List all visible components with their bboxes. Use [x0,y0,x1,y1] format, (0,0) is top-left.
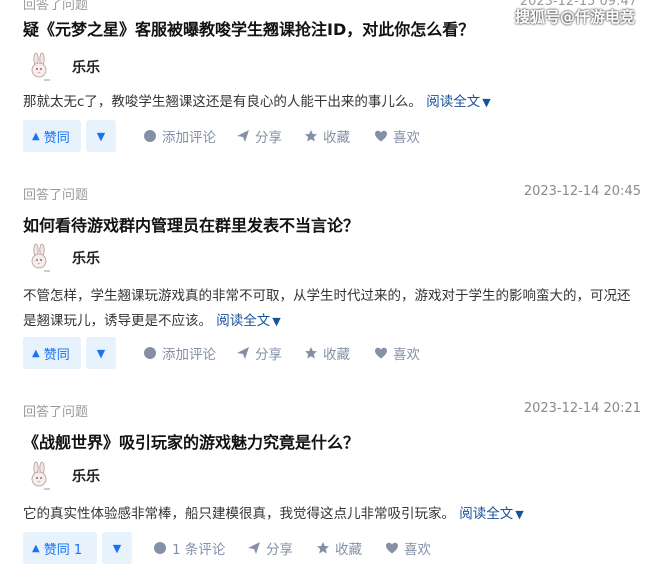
read-more-label: 阅读全文 [426,94,481,110]
vote-up-button[interactable]: ▲ 赞同 [23,337,81,369]
heart-icon [386,542,398,554]
avatar[interactable] [27,243,53,273]
triangle-down-icon: ▼ [96,129,106,143]
comment-button[interactable]: 添加评论 [143,120,216,152]
read-more-link[interactable]: 阅读全文 ▼ [426,94,490,110]
excerpt-text: 它的真实性体验感非常棒，船只建模很真，我觉得这点儿非常吸引玩家。 [23,506,455,522]
heart-icon [375,130,387,142]
answer-meta: 回答了问题 2023-12-14 20:21 [23,401,641,420]
excerpt-text: 那就太无c了，教唆学生翘课这还是有良心的人能干出来的事儿么。 [23,94,422,110]
question-title[interactable]: 如何看待游戏群内管理员在群里发表不当言论？ [23,212,643,236]
read-more-link[interactable]: 阅读全文 ▼ [459,506,523,522]
comment-button[interactable]: 添加评论 [143,337,216,369]
author-name[interactable]: 乐乐 [72,57,100,77]
comment-icon [144,347,156,359]
vote-up-label: 赞同 1 [43,542,83,558]
like-label: 喜欢 [393,347,420,363]
answer-meta: 回答了问题 2023-12-14 20:45 [23,184,641,203]
collect-label: 收藏 [323,130,350,146]
action-bar: ▲ 赞同 ▼ 添加评论 分享 收藏 喜欢 [23,337,643,369]
vote-up-button[interactable]: ▲ 赞同 [23,120,81,152]
collect-button[interactable]: 收藏 [304,337,350,369]
read-more-label: 阅读全文 [216,313,271,329]
avatar[interactable] [27,461,53,491]
share-label: 分享 [255,347,282,363]
meta-label: 回答了问题 [23,0,89,13]
like-label: 喜欢 [404,542,431,558]
share-label: 分享 [255,130,282,146]
vote-down-button[interactable]: ▼ [86,120,116,152]
chevron-down-icon: ▼ [272,315,281,328]
star-icon [305,347,317,359]
triangle-up-icon: ▲ [32,347,40,359]
meta-label: 回答了问题 [23,188,89,203]
share-label: 分享 [266,542,293,558]
chevron-down-icon: ▼ [515,508,524,521]
rabbit-avatar-icon [31,243,50,272]
read-more-label: 阅读全文 [459,506,514,522]
author-name[interactable]: 乐乐 [72,248,100,268]
read-more-link[interactable]: 阅读全文 ▼ [216,313,280,329]
like-button[interactable]: 喜欢 [374,337,420,369]
comment-icon [154,542,166,554]
meta-label: 回答了问题 [23,405,89,420]
avatar[interactable] [27,52,53,82]
answer-excerpt[interactable]: 不管怎样，学生翘课玩游戏真的非常不可取，从学生时代过来的，游戏对于学生的影响蛮大… [23,284,639,334]
heart-icon [375,347,387,359]
vote-up-label: 赞同 [43,347,70,363]
action-bar: ▲ 赞同 ▼ 添加评论 分享 收藏 喜欢 [23,120,643,152]
triangle-up-icon: ▲ [32,130,40,142]
star-icon [305,130,317,142]
comment-label: 1 条评论 [172,542,226,558]
meta-time: 2023-12-14 20:21 [523,401,641,416]
triangle-up-icon: ▲ [32,542,40,554]
share-button[interactable]: 分享 [247,532,293,564]
star-icon [317,542,329,554]
comment-button[interactable]: 1 条评论 [153,532,225,564]
answer-excerpt[interactable]: 它的真实性体验感非常棒，船只建模很真，我觉得这点儿非常吸引玩家。 阅读全文 ▼ [23,502,639,527]
collect-button[interactable]: 收藏 [316,532,362,564]
share-icon [248,542,260,554]
share-button[interactable]: 分享 [236,120,282,152]
answer-excerpt[interactable]: 那就太无c了，教唆学生翘课这还是有良心的人能干出来的事儿么。 阅读全文 ▼ [23,90,639,115]
vote-down-button[interactable]: ▼ [86,337,116,369]
triangle-down-icon: ▼ [96,346,106,360]
like-button[interactable]: 喜欢 [385,532,431,564]
vote-up-button[interactable]: ▲ 赞同 1 [23,532,97,564]
collect-label: 收藏 [323,347,350,363]
vote-down-button[interactable]: ▼ [102,532,132,564]
collect-button[interactable]: 收藏 [304,120,350,152]
question-title[interactable]: 《战舰世界》吸引玩家的游戏魅力究竟是什么？ [23,429,643,453]
share-button[interactable]: 分享 [236,337,282,369]
rabbit-avatar-icon [31,461,50,490]
like-button[interactable]: 喜欢 [374,120,420,152]
question-title[interactable]: 疑《元梦之星》客服被曝教唆学生翘课抢注ID，对此你怎么看？ [23,16,643,40]
action-bar: ▲ 赞同 1 ▼ 1 条评论 分享 收藏 喜欢 [23,532,643,564]
comment-icon [144,130,156,142]
vote-up-label: 赞同 [43,130,70,146]
excerpt-text: 不管怎样，学生翘课玩游戏真的非常不可取，从学生时代过来的，游戏对于学生的影响蛮大… [23,288,631,329]
share-icon [237,347,249,359]
meta-time: 2023-12-14 20:45 [523,184,641,199]
share-icon [237,130,249,142]
comment-label: 添加评论 [162,347,216,363]
comment-label: 添加评论 [162,130,216,146]
chevron-down-icon: ▼ [482,96,491,109]
like-label: 喜欢 [393,130,420,146]
author-name[interactable]: 乐乐 [72,466,100,486]
rabbit-avatar-icon [31,52,50,81]
triangle-down-icon: ▼ [112,541,122,555]
collect-label: 收藏 [335,542,362,558]
